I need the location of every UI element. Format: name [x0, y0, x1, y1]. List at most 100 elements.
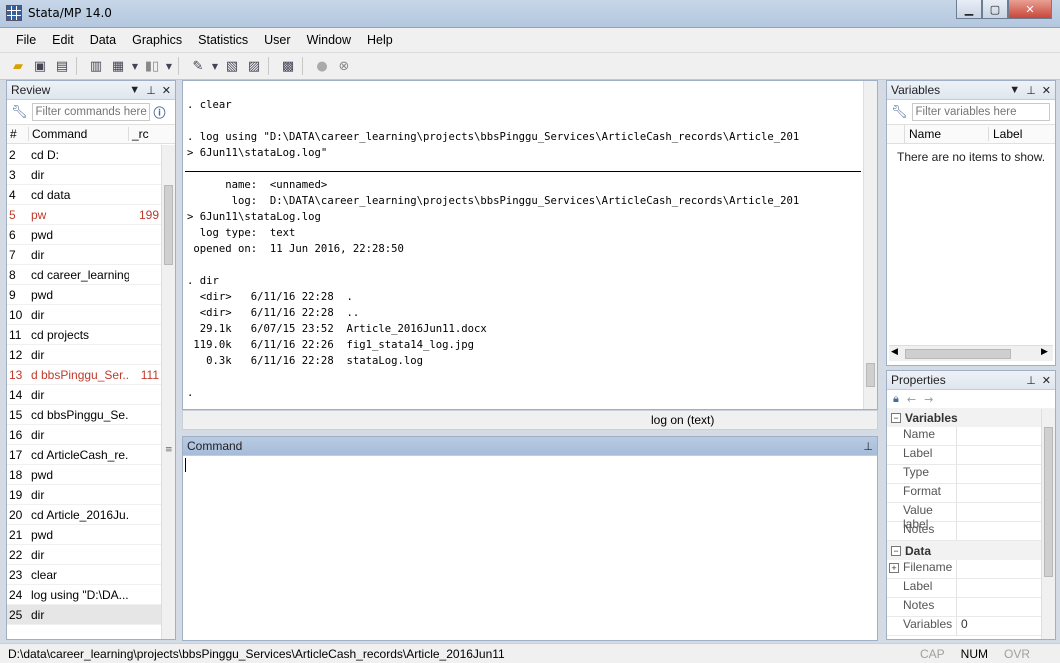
data-editor-icon[interactable]: ▧ — [222, 56, 242, 76]
properties-section-data[interactable]: − Data — [887, 541, 1055, 560]
title-bar: Stata/MP 14.0 ▁ ▢ ✕ — [0, 0, 1060, 28]
pin-icon[interactable]: ⊥ — [1026, 84, 1036, 97]
menu-graphics[interactable]: Graphics — [124, 33, 190, 47]
review-row-command: dir — [31, 167, 45, 182]
open-folder-icon[interactable]: ▰ — [8, 56, 28, 76]
properties-section-variables[interactable]: − Variables — [887, 408, 1055, 427]
column-header-rc[interactable]: _rc — [129, 127, 163, 141]
chevron-down-icon[interactable]: ▼ — [164, 56, 174, 76]
review-row[interactable]: 4 cd data — [7, 185, 163, 205]
pin-icon[interactable]: ⊥ — [863, 440, 873, 453]
property-row[interactable]: Label — [887, 579, 1055, 598]
property-row[interactable]: Name — [887, 427, 1055, 446]
menu-edit[interactable]: Edit — [44, 33, 82, 47]
review-row[interactable]: 2 cd D: — [7, 145, 163, 165]
review-row[interactable]: 7 dir — [7, 245, 163, 265]
review-row[interactable]: 5 pw 199 — [7, 205, 163, 225]
expand-icon[interactable]: + — [889, 563, 899, 573]
arrow-left-icon[interactable]: ← — [907, 393, 916, 406]
graph-icon[interactable]: ▮▯ — [142, 56, 162, 76]
review-row[interactable]: 22 dir — [7, 545, 163, 565]
menu-data[interactable]: Data — [82, 33, 124, 47]
review-row[interactable]: 11 cd projects — [7, 325, 163, 345]
property-row[interactable]: Format — [887, 484, 1055, 503]
info-icon[interactable]: ⓘ — [154, 104, 166, 121]
pin-icon[interactable]: ⊥ — [1026, 374, 1036, 387]
data-browser-icon[interactable]: ▨ — [244, 56, 264, 76]
print-icon[interactable]: ▤ — [52, 56, 72, 76]
chevron-left-icon[interactable]: ◀ — [891, 347, 898, 357]
review-row[interactable]: 9 pwd — [7, 285, 163, 305]
review-row[interactable]: 25 dir — [7, 605, 163, 625]
review-row[interactable]: 3 dir — [7, 165, 163, 185]
filter-icon[interactable]: ▼ — [129, 84, 140, 97]
collapse-icon[interactable]: − — [891, 412, 901, 423]
close-icon[interactable]: ✕ — [1042, 374, 1051, 387]
review-filter-input[interactable] — [31, 103, 150, 121]
wrench-icon[interactable]: 🔧︎ — [891, 105, 908, 120]
break-icon[interactable]: ⊗ — [334, 56, 354, 76]
menu-file[interactable]: File — [8, 33, 44, 47]
save-icon[interactable]: ▣ — [30, 56, 50, 76]
filter-icon[interactable]: ▼ — [1009, 84, 1020, 97]
review-row[interactable]: 20 cd Article_2016Ju... — [7, 505, 163, 525]
column-header-name[interactable]: Name — [905, 127, 989, 141]
lock-icon[interactable]: 🔒︎ — [893, 392, 899, 406]
close-icon[interactable]: ✕ — [162, 84, 171, 97]
minimize-button[interactable]: ▁ — [956, 0, 982, 19]
review-row[interactable]: 16 dir — [7, 425, 163, 445]
review-row[interactable]: 8 cd career_learning — [7, 265, 163, 285]
menu-statistics[interactable]: Statistics — [190, 33, 256, 47]
chevron-down-icon[interactable]: ▼ — [210, 56, 220, 76]
review-row[interactable]: 13 d bbsPinggu_Ser... 111 — [7, 365, 163, 385]
menu-window[interactable]: Window — [299, 33, 359, 47]
review-scrollbar[interactable]: ≡ — [161, 145, 175, 639]
column-header-command[interactable]: Command — [29, 127, 129, 141]
review-row[interactable]: 18 pwd — [7, 465, 163, 485]
property-row[interactable]: + Filename — [887, 560, 1055, 579]
variables-manager-icon[interactable]: ▩ — [278, 56, 298, 76]
scrollbar-thumb[interactable] — [905, 349, 1011, 359]
column-header-label[interactable]: Label — [989, 127, 1022, 141]
pin-icon[interactable]: ⊥ — [146, 84, 156, 97]
property-row[interactable]: Variables 0 — [887, 617, 1055, 636]
more-icon[interactable]: ● — [312, 56, 332, 76]
property-row[interactable]: Notes — [887, 522, 1055, 541]
do-file-editor-icon[interactable]: ✎ — [188, 56, 208, 76]
arrow-right-icon[interactable]: → — [924, 393, 933, 406]
review-row[interactable]: 6 pwd — [7, 225, 163, 245]
review-row[interactable]: 19 dir — [7, 485, 163, 505]
menu-user[interactable]: User — [256, 33, 298, 47]
variables-filter-input[interactable] — [911, 103, 1050, 121]
review-row[interactable]: 21 pwd — [7, 525, 163, 545]
review-row[interactable]: 17 cd ArticleCash_re... — [7, 445, 163, 465]
results-scrollbar[interactable] — [863, 81, 877, 409]
variables-horizontal-scrollbar[interactable]: ◀ ▶ — [889, 345, 1053, 361]
scrollbar-thumb[interactable] — [164, 185, 173, 265]
close-icon[interactable]: ✕ — [1042, 84, 1051, 97]
collapse-icon[interactable]: − — [891, 545, 901, 556]
scrollbar-thumb[interactable] — [866, 363, 875, 387]
property-row[interactable]: Value label — [887, 503, 1055, 531]
review-row[interactable]: 15 cd bbsPinggu_Se... — [7, 405, 163, 425]
review-row[interactable]: 24 log using "D:\DA... — [7, 585, 163, 605]
close-button[interactable]: ✕ — [1008, 0, 1052, 19]
property-row[interactable]: Notes — [887, 598, 1055, 617]
maximize-button[interactable]: ▢ — [982, 0, 1008, 19]
review-row[interactable]: 12 dir — [7, 345, 163, 365]
scrollbar-thumb[interactable] — [1044, 427, 1053, 577]
viewer-icon[interactable]: ▦ — [108, 56, 128, 76]
menu-help[interactable]: Help — [359, 33, 401, 47]
property-row[interactable]: Type — [887, 465, 1055, 484]
chevron-down-icon[interactable]: ▼ — [130, 56, 140, 76]
review-row[interactable]: 10 dir — [7, 305, 163, 325]
properties-scrollbar[interactable] — [1041, 409, 1055, 639]
column-header-number[interactable]: # — [7, 127, 29, 141]
property-row[interactable]: Label — [887, 446, 1055, 465]
review-row[interactable]: 23 clear — [7, 565, 163, 585]
review-row[interactable]: 14 dir — [7, 385, 163, 405]
command-input[interactable] — [183, 456, 877, 640]
wrench-icon[interactable]: 🔧︎ — [11, 105, 28, 120]
log-icon[interactable]: ▥ — [86, 56, 106, 76]
chevron-right-icon[interactable]: ▶ — [1041, 347, 1048, 357]
